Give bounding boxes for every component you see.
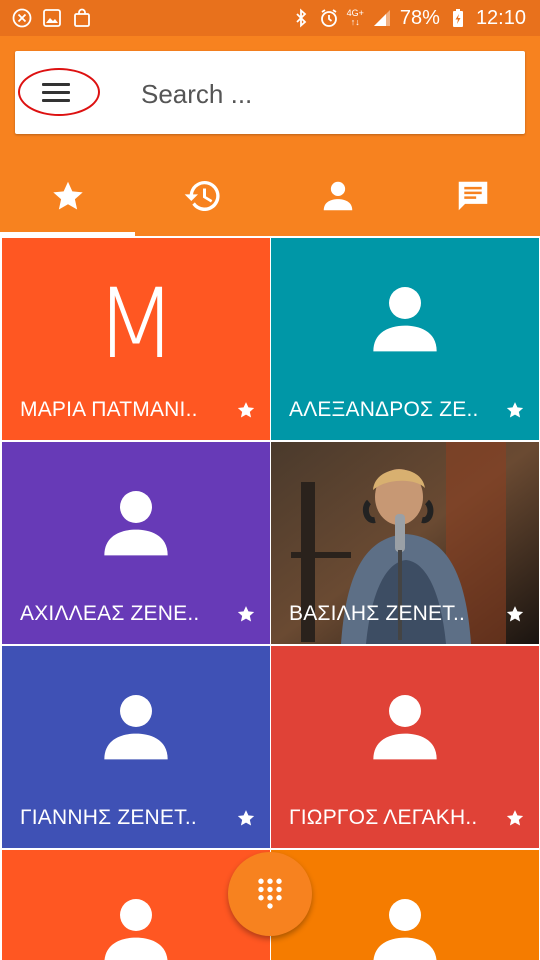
person-icon (373, 899, 437, 960)
tab-bar (0, 156, 540, 236)
contact-tile[interactable]: ΑΧΙΛΛΕΑΣ ΖΕΝΕ.. (2, 442, 270, 644)
notification-icons (12, 8, 92, 28)
person-icon (104, 899, 168, 960)
person-icon (373, 287, 437, 352)
battery-percent: 78% (399, 7, 440, 29)
contact-tile[interactable]: ΓΙΑΝΝΗΣ ΖΕΝΕΤ.. (2, 646, 270, 848)
contact-tile[interactable] (271, 850, 539, 960)
contact-tile[interactable]: ΑΛΕΞΑΝΔΡΟΣ ΖΕ.. (271, 238, 539, 440)
app-bar (0, 36, 540, 236)
contact-initial: M (94, 268, 178, 380)
contact-name: ΓΙΩΡΓΟΣ ΛΕΓΑΚΗ.. (289, 806, 478, 829)
star-icon[interactable] (505, 604, 525, 624)
clock: 12:10 (475, 7, 526, 29)
status-bar: 4G+ ↑↓ 78% 12:10 (0, 0, 540, 36)
system-icons: 4G+ ↑↓ 78% 12:10 (291, 6, 526, 30)
contact-name: ΑΛΕΞΑΝΔΡΟΣ ΖΕ.. (289, 398, 479, 421)
contact-tile[interactable]: M ΜΑΡΙΑ ΠΑΤΜΑΝΙ.. (2, 238, 270, 440)
star-icon[interactable] (236, 400, 256, 420)
image-icon (43, 9, 61, 27)
star-icon (52, 181, 83, 210)
star-icon[interactable] (505, 400, 525, 420)
tab-messages[interactable] (405, 156, 540, 236)
tab-favorites[interactable] (0, 156, 135, 236)
bluetooth-icon (296, 8, 306, 28)
tab-recents[interactable] (135, 156, 270, 236)
battery-charging-icon (452, 9, 463, 27)
message-icon (458, 181, 487, 211)
menu-button[interactable] (18, 68, 100, 116)
star-icon[interactable] (505, 808, 525, 828)
contact-name: ΑΧΙΛΛΕΑΣ ΖΕΝΕ.. (20, 602, 200, 625)
close-circle-icon (12, 8, 32, 28)
contact-name: ΒΑΣΙΛΗΣ ΖΕΝΕΤ.. (289, 602, 466, 625)
signal-icon (373, 10, 390, 26)
tab-contacts[interactable] (270, 156, 405, 236)
person-icon (104, 695, 168, 760)
history-icon (184, 180, 220, 211)
search-bar (15, 51, 525, 134)
star-icon[interactable] (236, 808, 256, 828)
alarm-icon (320, 9, 337, 27)
dialpad-button[interactable] (228, 852, 312, 936)
star-icon[interactable] (236, 604, 256, 624)
person-icon (323, 181, 352, 211)
search-input[interactable] (139, 71, 503, 117)
shopping-bag-icon (74, 8, 90, 27)
person-icon (104, 491, 168, 556)
contact-tile[interactable]: ΒΑΣΙΛΗΣ ΖΕΝΕΤ.. (271, 442, 539, 644)
contact-name: ΜΑΡΙΑ ΠΑΤΜΑΝΙ.. (20, 398, 198, 421)
network-type: 4G+ ↑↓ (346, 8, 364, 27)
person-icon (373, 695, 437, 760)
contact-name: ΓΙΑΝΝΗΣ ΖΕΝΕΤ.. (20, 806, 197, 829)
contact-tile[interactable]: ΓΙΩΡΓΟΣ ΛΕΓΑΚΗ.. (271, 646, 539, 848)
dialpad-icon (258, 878, 282, 909)
